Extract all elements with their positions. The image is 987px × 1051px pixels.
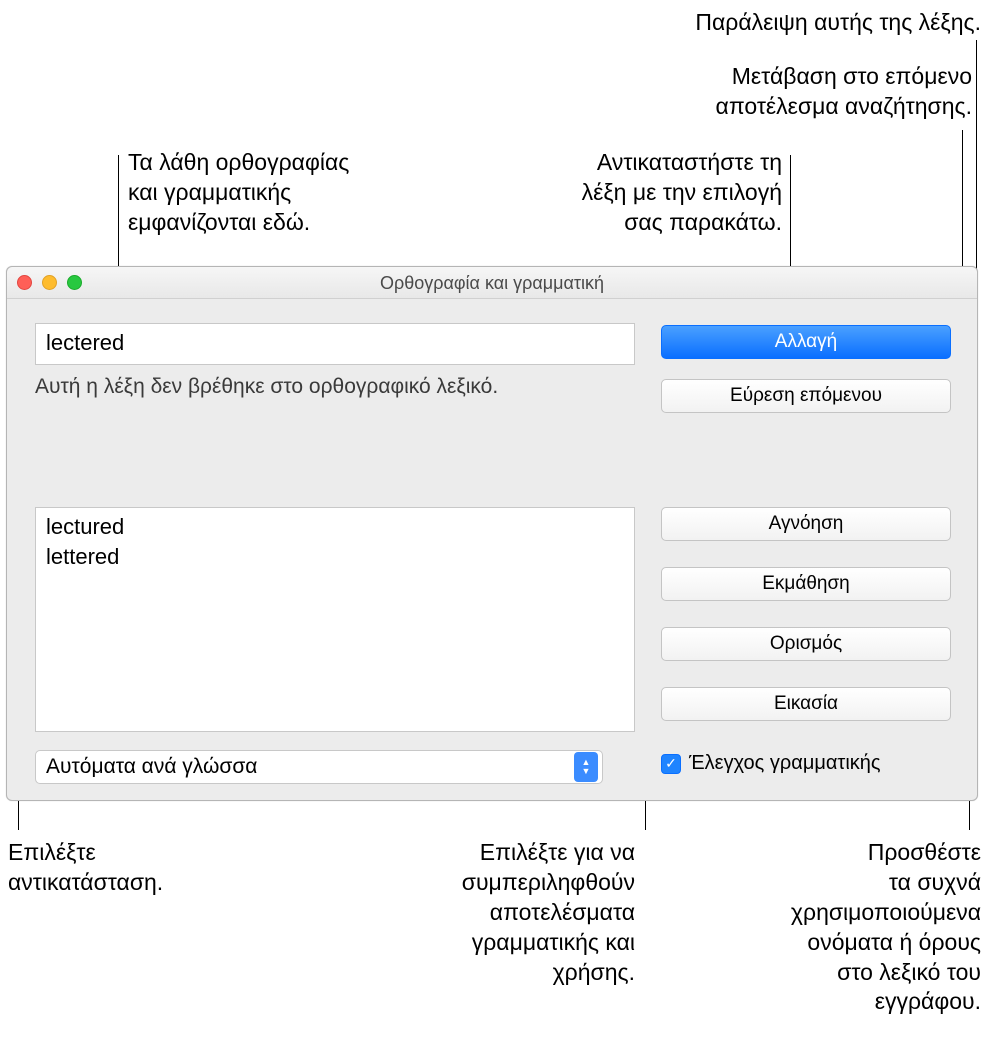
window-title: Ορθογραφία και γραμματική (380, 273, 604, 293)
callout-text: Μετάβαση στο επόμενο (716, 62, 972, 92)
guess-button[interactable]: Εικασία (661, 687, 951, 721)
callout-pick-replacement: Επιλέξτε αντικατάσταση. (8, 838, 163, 898)
callout-text: τα συχνά (751, 868, 981, 898)
callout-next: Μετάβαση στο επόμενο αποτέλεσμα αναζήτησ… (716, 62, 972, 122)
zoom-icon[interactable] (67, 275, 82, 290)
close-icon[interactable] (17, 275, 32, 290)
find-next-button[interactable]: Εύρεση επόμενου (661, 379, 951, 413)
minimize-icon[interactable] (42, 275, 57, 290)
callout-text: γραμματικής και (435, 928, 635, 958)
callout-text: εγγράφου. (751, 987, 981, 1017)
callout-text: αποτελέσματα (435, 898, 635, 928)
callout-text: Επιλέξτε (8, 838, 163, 868)
callout-text: Αντικαταστήστε τη (582, 148, 782, 178)
button-label: Εύρεση επόμενου (730, 385, 882, 406)
checkbox-checked-icon[interactable]: ✓ (661, 754, 681, 774)
button-label: Ορισμός (770, 633, 842, 654)
language-select[interactable]: Αυτόματα ανά γλώσσα ▲▼ (35, 750, 603, 784)
callout-text: αποτέλεσμα αναζήτησης. (716, 92, 972, 122)
button-label: Εκμάθηση (762, 573, 850, 594)
traffic-lights (17, 275, 82, 290)
misspelled-word-field[interactable]: lectered (35, 323, 635, 365)
define-button[interactable]: Ορισμός (661, 627, 951, 661)
callout-text: χρήσης. (435, 958, 635, 988)
misspelled-word-text: lectered (46, 330, 124, 355)
status-message: Αυτή η λέξη δεν βρέθηκε στο ορθογραφικό … (35, 375, 498, 399)
list-item[interactable]: lectured (36, 512, 634, 542)
grammar-checkbox-row[interactable]: ✓ Έλεγχος γραμματικής (661, 752, 881, 775)
callout-learn: Προσθέστε τα συχνά χρησιμοποιούμενα ονόμ… (751, 838, 981, 1017)
change-button[interactable]: Αλλαγή (661, 325, 951, 359)
button-label: Εικασία (774, 693, 838, 714)
callout-text: συμπεριληφθούν (435, 868, 635, 898)
list-item[interactable]: lettered (36, 542, 634, 572)
callout-text: σας παρακάτω. (582, 208, 782, 238)
spelling-grammar-window: Ορθογραφία και γραμματική lectered Αυτή … (6, 266, 978, 801)
button-label: Αλλαγή (775, 331, 837, 352)
callout-text: εμφανίζονται εδώ. (128, 208, 349, 238)
callout-text: Παράλειψη αυτής της λέξης. (695, 9, 981, 35)
callout-text: ονόματα ή όρους (751, 928, 981, 958)
callout-errors: Τα λάθη ορθογραφίας και γραμματικής εμφα… (128, 148, 349, 238)
ignore-button[interactable]: Αγνόηση (661, 507, 951, 541)
suggestions-list[interactable]: lectured lettered (35, 507, 635, 732)
language-select-value: Αυτόματα ανά γλώσσα (46, 755, 257, 779)
callout-replace: Αντικαταστήστε τη λέξη με την επιλογή σα… (582, 148, 782, 238)
callout-text: λέξη με την επιλογή (582, 178, 782, 208)
callout-text: αντικατάσταση. (8, 868, 163, 898)
callout-text: Προσθέστε (751, 838, 981, 868)
learn-button[interactable]: Εκμάθηση (661, 567, 951, 601)
checkbox-label: Έλεγχος γραμματικής (689, 752, 881, 775)
callout-text: Τα λάθη ορθογραφίας (128, 148, 349, 178)
button-label: Αγνόηση (769, 513, 844, 534)
callout-skip: Παράλειψη αυτής της λέξης. (695, 8, 981, 38)
select-arrows-icon: ▲▼ (574, 752, 598, 782)
callout-text: χρησιμοποιούμενα (751, 898, 981, 928)
callout-text: στο λεξικό του (751, 958, 981, 988)
callout-text: Επιλέξτε για να (435, 838, 635, 868)
callout-text: και γραμματικής (128, 178, 349, 208)
callout-grammar: Επιλέξτε για να συμπεριληφθούν αποτελέσμ… (435, 838, 635, 987)
window-titlebar: Ορθογραφία και γραμματική (7, 267, 977, 299)
